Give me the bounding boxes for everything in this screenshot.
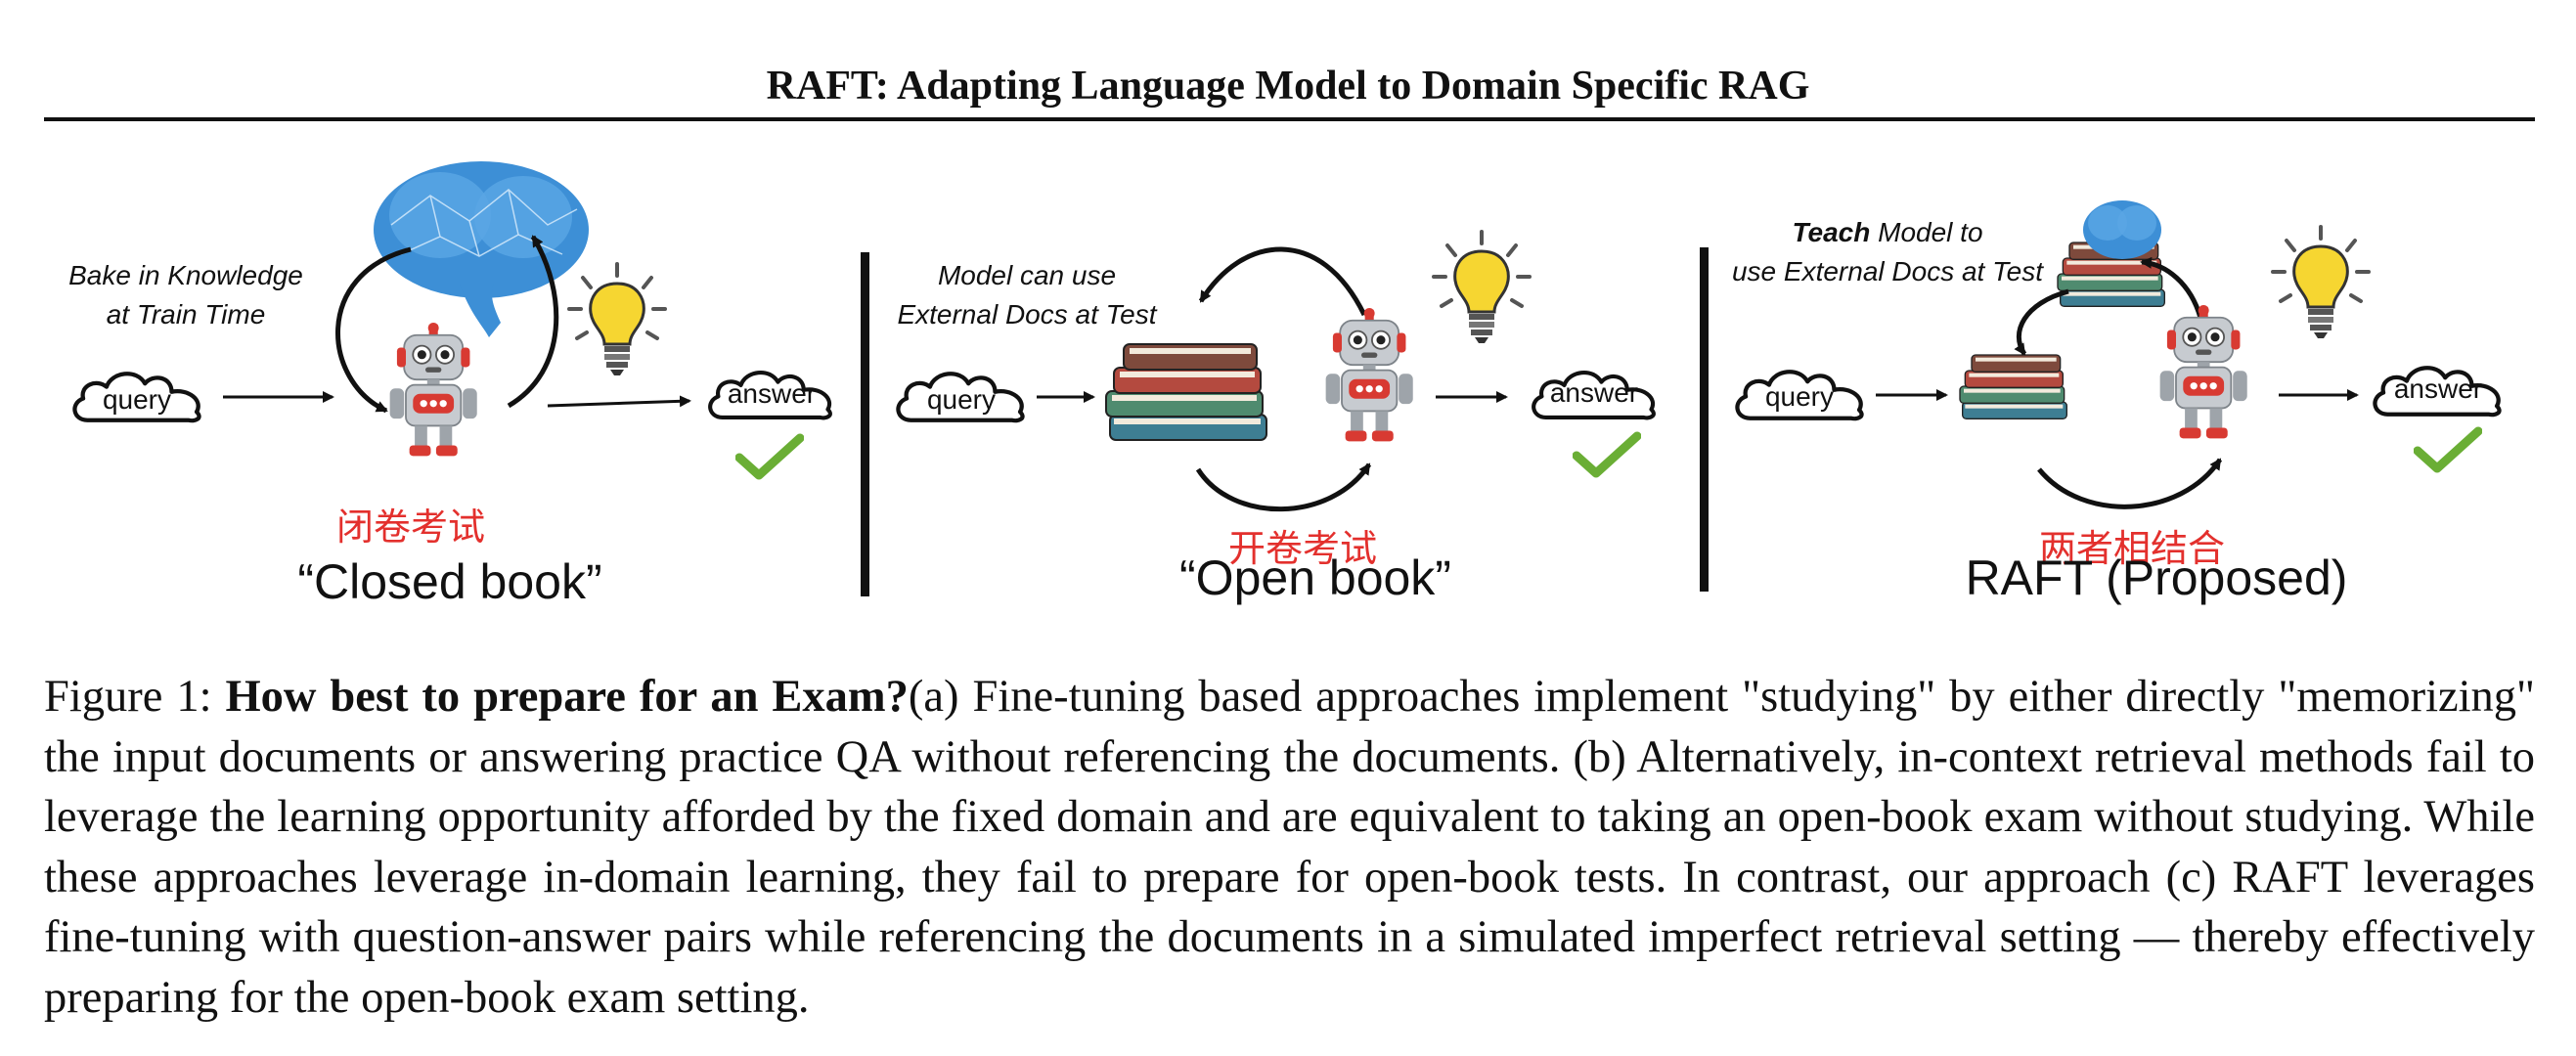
books-icon (1959, 354, 2067, 420)
raft-note-bold: Teach (1792, 217, 1871, 247)
figure-caption: Figure 1: How best to prepare for an Exa… (44, 667, 2535, 1028)
answer-label: answer (727, 378, 817, 409)
paper-title: RAFT: Adapting Language Model to Domain … (766, 64, 1810, 109)
brain-icon (2083, 200, 2161, 259)
checkmark-icon (1577, 436, 1637, 473)
panel-divider-1 (861, 252, 869, 596)
lightbulb-icon (2271, 225, 2371, 340)
raft-caption: RAFT (Proposed) (1965, 550, 2348, 605)
robot-icon (2158, 305, 2248, 440)
caption-bold: How best to prepare for an Exam? (225, 672, 909, 722)
raft-note: Teach Model to use External Docs at Test (1707, 213, 2068, 291)
closed-book-note: Bake in Knowledge at Train Time (39, 256, 333, 334)
query-label: query (1764, 381, 1835, 412)
open-book-caption: “Open book” (1179, 550, 1451, 605)
lightbulb-icon (1432, 230, 1532, 345)
open-book-note: Model can use External Docs at Test (880, 256, 1174, 334)
open-book-note-line1: Model can use (937, 260, 1117, 290)
answer-label: answer (1549, 377, 1639, 408)
closed-book-caption: “Closed book” (297, 554, 602, 609)
raft-note-rest: Model to (1870, 217, 1983, 247)
title-rule (44, 117, 2535, 121)
closed-book-note-line2: at Train Time (106, 299, 266, 330)
lightbulb-icon (567, 262, 667, 377)
closed-book-chinese-label: 闭卷考试 (335, 506, 485, 549)
panel-divider-2 (1700, 247, 1709, 592)
query-label: query (926, 384, 997, 415)
answer-label: answer (2393, 374, 2483, 404)
closed-book-note-line1: Bake in Knowledge (68, 260, 303, 290)
books-icon (1105, 343, 1267, 441)
robot-icon (388, 323, 478, 458)
open-book-note-line2: External Docs at Test (897, 299, 1157, 330)
caption-label: Figure 1: (44, 672, 212, 722)
raft-note-line2: use External Docs at Test (1731, 256, 2043, 286)
query-label: query (102, 384, 172, 415)
checkmark-icon (739, 438, 800, 475)
robot-icon (1324, 308, 1414, 443)
raft-note-line1: Teach Model to (1707, 213, 2068, 252)
checkmark-icon (2418, 431, 2478, 468)
caption-text: (a) Fine-tuning based approaches impleme… (44, 672, 2536, 1023)
